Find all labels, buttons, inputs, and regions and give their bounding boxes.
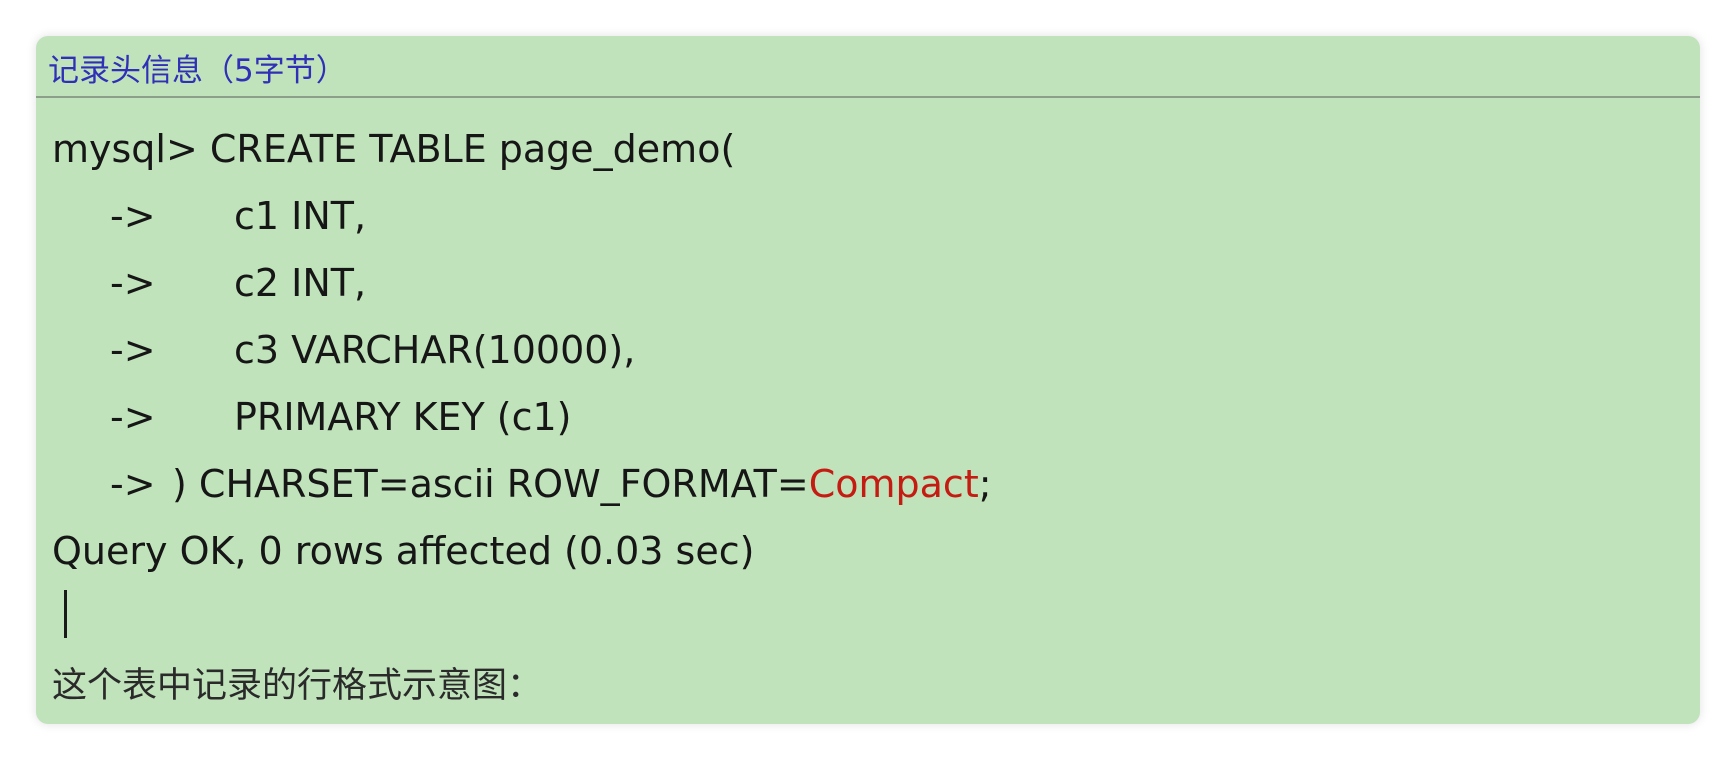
continuation-arrow: -> bbox=[110, 395, 156, 439]
code-line-4: -> c3 VARCHAR(10000), bbox=[52, 317, 992, 384]
code-line-5: -> PRIMARY KEY (c1) bbox=[52, 384, 992, 451]
code-line-1-text: mysql> CREATE TABLE page_demo( bbox=[52, 127, 736, 171]
code-line-3-text: c2 INT, bbox=[234, 261, 367, 305]
query-result-line: Query OK, 0 rows affected (0.03 sec) bbox=[52, 518, 992, 585]
sql-console-output: mysql> CREATE TABLE page_demo( -> c1 INT,… bbox=[52, 116, 992, 585]
continuation-arrow: -> bbox=[110, 194, 156, 238]
query-result-text: Query OK, 0 rows affected (0.03 sec) bbox=[52, 529, 755, 573]
code-line-2: -> c1 INT, bbox=[52, 183, 992, 250]
code-line-5-text: PRIMARY KEY (c1) bbox=[234, 395, 572, 439]
code-line-6: -> ) CHARSET=ascii ROW_FORMAT=Compact; bbox=[52, 451, 992, 518]
code-line-6-prefix: ) CHARSET=ascii ROW_FORMAT= bbox=[172, 462, 809, 506]
section-heading: 记录头信息（5字节） bbox=[48, 53, 347, 89]
continuation-arrow: -> bbox=[110, 462, 156, 506]
continuation-arrow: -> bbox=[110, 328, 156, 372]
continuation-arrow: -> bbox=[110, 261, 156, 305]
code-line-4-text: c3 VARCHAR(10000), bbox=[234, 328, 636, 372]
code-line-3: -> c2 INT, bbox=[52, 250, 992, 317]
slide-panel: 记录头信息（5字节） mysql> CREATE TABLE page_demo… bbox=[36, 36, 1700, 724]
code-line-1: mysql> CREATE TABLE page_demo( bbox=[52, 116, 992, 183]
row-format-keyword: Compact bbox=[808, 462, 979, 506]
diagram-caption: 这个表中记录的行格式示意图： bbox=[52, 666, 543, 706]
code-line-6-suffix: ; bbox=[978, 462, 992, 506]
code-line-2-text: c1 INT, bbox=[234, 194, 367, 238]
text-cursor bbox=[64, 590, 67, 638]
heading-divider bbox=[36, 96, 1700, 98]
